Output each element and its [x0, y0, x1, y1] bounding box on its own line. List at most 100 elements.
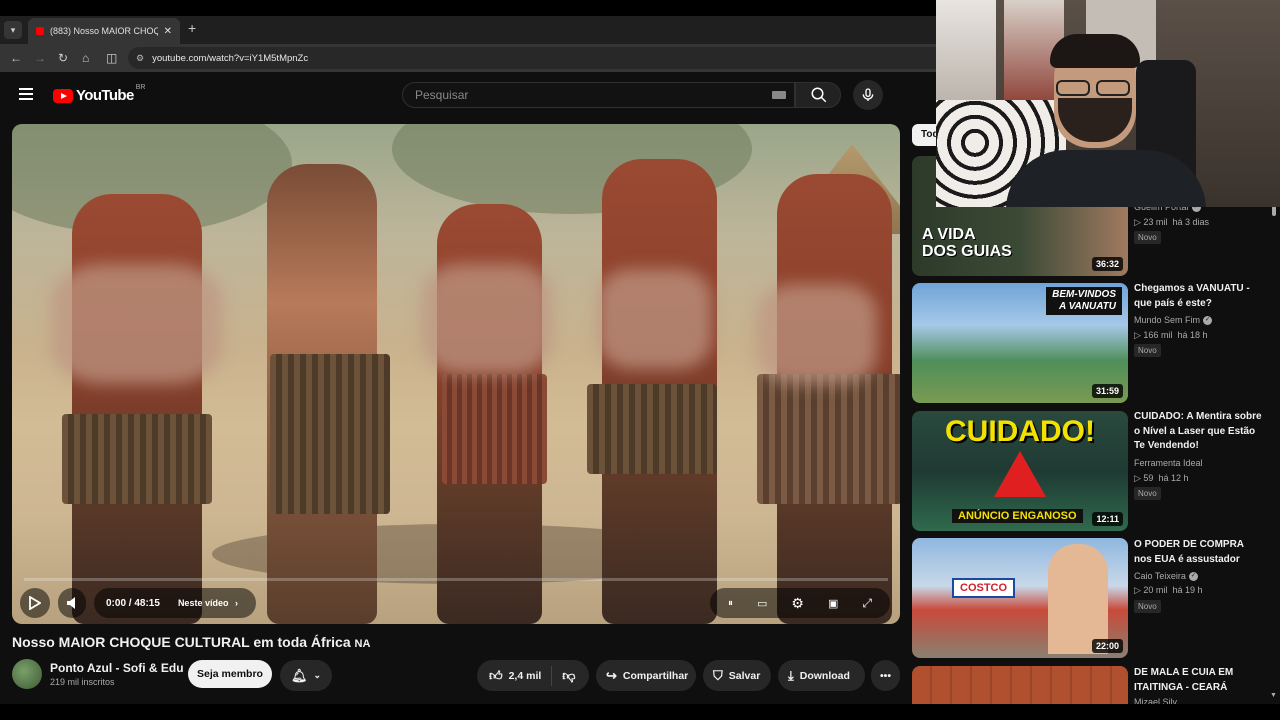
search-placeholder: Pesquisar — [415, 88, 469, 102]
like-dislike-group: 👍︎ 2,4 mil 👎︎ — [477, 660, 589, 691]
fullscreen-icon[interactable]: ⤢ — [862, 596, 872, 611]
video-player[interactable]: 0:00 / 48:15 Neste vídeo › ⏸ ▭ ⚙ ▣ ⤢ — [12, 124, 900, 624]
censor-blur-1 — [52, 264, 222, 384]
video-meta: ▷ 59 há 12 h — [1134, 473, 1188, 484]
chapter-label: Neste vídeo — [177, 598, 229, 608]
split-view-icon[interactable]: ◫ — [106, 51, 117, 65]
search-icon — [811, 87, 827, 103]
progress-bar[interactable] — [24, 578, 888, 581]
search-button[interactable] — [795, 82, 841, 108]
person-hair — [1050, 34, 1140, 68]
browser-tab-strip: ▾ (883) Nosso MAIOR CHOQUE C ✕ + — [0, 16, 936, 44]
play-count-icon: ▷ — [1134, 473, 1144, 483]
search-input[interactable]: Pesquisar — [402, 82, 795, 108]
thumbs-up-icon: 👍︎ — [489, 667, 503, 683]
dislike-button[interactable]: 👎︎ — [562, 668, 575, 684]
filter-chip-all[interactable]: Todos — [912, 124, 936, 146]
reload-icon[interactable]: ↻ — [58, 51, 68, 65]
thumbnail-text: COSTCO — [952, 578, 1016, 598]
play-count-icon: ▷ — [1134, 330, 1144, 340]
back-icon[interactable]: ← — [10, 51, 22, 65]
skirt-2 — [270, 354, 390, 514]
thumbnail-text: CUIDADO! — [945, 415, 1095, 448]
chevron-down-icon: ⌄ — [313, 670, 322, 680]
skirt-3 — [442, 374, 547, 484]
video-duration: 12:11 — [1092, 512, 1123, 526]
tab-search-button[interactable]: ▾ — [4, 21, 22, 39]
play-count-icon: ▷ — [1134, 585, 1144, 595]
mute-button[interactable] — [58, 588, 86, 618]
censor-blur-5 — [757, 284, 877, 384]
download-button[interactable]: ⤓ Download — [778, 660, 865, 691]
save-button[interactable]: ⛉ Salvar — [703, 660, 771, 691]
forward-icon[interactable]: → — [34, 51, 46, 65]
youtube-logo[interactable]: YouTube BR — [53, 84, 145, 104]
age: há 19 h — [1172, 585, 1203, 595]
webcam-overlay — [936, 0, 1280, 207]
time-display: 0:00 / 48:15 — [106, 597, 160, 609]
channel-name: Mundo Sem Fim ✓ — [1134, 315, 1213, 326]
video-duration: 31:59 — [1091, 384, 1123, 398]
download-label: Download — [799, 669, 850, 682]
share-button[interactable]: ↪ Compartilhar — [596, 660, 696, 691]
new-badge: Novo — [1134, 487, 1161, 500]
video-title: Nosso MAIOR CHOQUE CULTURAL em toda Áfri… — [12, 634, 370, 650]
youtube-play-logo-icon — [53, 88, 73, 103]
chevron-right-icon: › — [234, 598, 238, 608]
sidebar-scrollbar[interactable] — [1272, 206, 1276, 216]
new-tab-button[interactable]: + — [188, 20, 196, 36]
verified-icon: ✓ — [1188, 572, 1198, 582]
tab-title: (883) Nosso MAIOR CHOQUE C — [50, 26, 158, 36]
home-icon[interactable]: ⌂ — [82, 51, 89, 65]
person-shirt — [1006, 150, 1206, 207]
glasses-right-lens — [1096, 80, 1130, 96]
browser-tab[interactable]: (883) Nosso MAIOR CHOQUE C ✕ — [28, 18, 180, 44]
scroll-down-arrow-icon[interactable]: ▼ — [1270, 692, 1277, 699]
new-badge: Novo — [1134, 344, 1161, 357]
play-icon — [29, 596, 41, 610]
video-title[interactable]: DE MALA E CUIA EM ITAITINGA - CEARÁ — [1134, 666, 1264, 695]
right-controls: ⏸ ▭ ⚙ ▣ ⤢ — [710, 588, 890, 618]
video-duration: 22:00 — [1091, 639, 1123, 653]
play-button[interactable] — [20, 588, 50, 618]
video-meta: ▷ 166 mil há 18 h — [1134, 330, 1207, 341]
share-icon: ↪ — [606, 667, 617, 683]
thumbnail-3[interactable]: COSTCO 22:00 — [912, 538, 1128, 658]
warning-icon — [994, 451, 1046, 497]
video-title[interactable]: Chegamos a VANUATU - que país é este? — [1134, 282, 1264, 311]
theater-mode-icon[interactable]: ▣ — [828, 597, 838, 610]
join-member-button[interactable]: Seja membro — [188, 660, 272, 688]
subtitles-icon[interactable]: ▭ — [757, 597, 767, 610]
play-count-icon: ▷ — [1134, 217, 1144, 227]
thumbnail-4[interactable] — [912, 666, 1128, 706]
skirt-1 — [62, 414, 212, 504]
subscriber-count: 219 mil inscritos — [50, 677, 115, 687]
channel-label: Mundo Sem Fim — [1134, 315, 1201, 325]
keyboard-icon[interactable] — [772, 91, 786, 99]
tab-close-icon[interactable]: ✕ — [164, 26, 172, 37]
thumbnail-2[interactable]: CUIDADO! ANÚNCIO ENGANOSO 12:11 — [912, 411, 1128, 531]
settings-gear-icon[interactable]: ⚙ — [791, 595, 804, 612]
video-duration: 36:32 — [1091, 257, 1123, 271]
address-bar[interactable]: ⚙ youtube.com/watch?v=iY1M5tMpnZc — [128, 47, 936, 69]
wall-poster-1 — [936, 0, 996, 110]
more-actions-button[interactable]: ••• — [871, 660, 900, 691]
channel-avatar[interactable] — [12, 659, 42, 689]
like-divider — [551, 665, 553, 686]
autoplay-toggle-icon[interactable]: ⏸ — [728, 598, 733, 609]
channel-name[interactable]: Ponto Azul - Sofi & Edu — [50, 661, 184, 675]
video-title[interactable]: CUIDADO: A Mentira sobre o Nível a Laser… — [1134, 410, 1264, 454]
thumbnail-1[interactable]: BEM-VINDOS A VANUATU 31:59 — [912, 283, 1128, 403]
site-info-icon[interactable]: ⚙ — [136, 53, 144, 64]
voice-search-button[interactable] — [853, 80, 883, 110]
menu-icon[interactable] — [19, 88, 33, 100]
youtube-header: YouTube BR Pesquisar — [0, 72, 936, 118]
url-text: youtube.com/watch?v=iY1M5tMpnZc — [152, 52, 309, 64]
like-button[interactable]: 👍︎ 2,4 mil — [489, 668, 541, 684]
censor-blur-3 — [422, 264, 552, 374]
notifications-button[interactable]: 🔔︎ ⌄ — [280, 660, 332, 691]
channel-label: Caio Teixeira — [1134, 571, 1186, 581]
glasses-left-lens — [1056, 80, 1090, 96]
video-title[interactable]: O PODER DE COMPRA nos EUA é assustador — [1134, 538, 1264, 567]
chapter-button[interactable]: Neste vídeo › — [178, 598, 238, 608]
